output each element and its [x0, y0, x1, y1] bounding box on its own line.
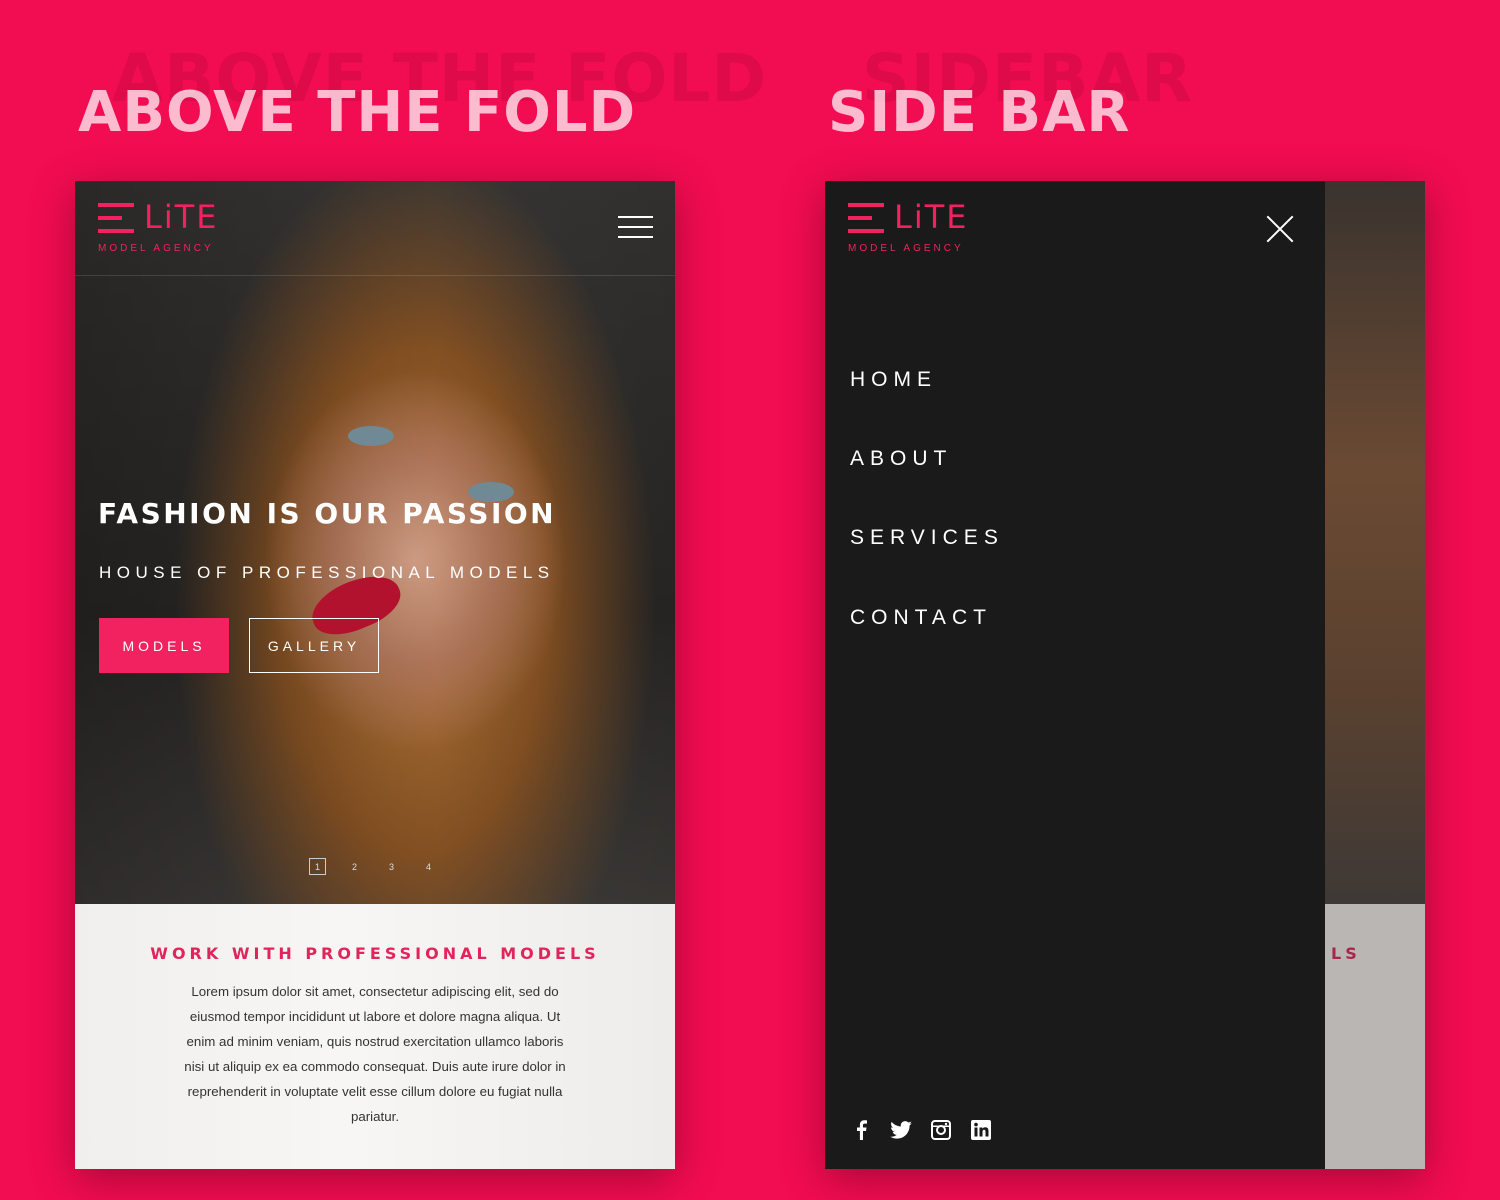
models-button[interactable]: MODELS — [99, 618, 229, 673]
slider-pagination: 1 2 3 4 — [309, 858, 457, 875]
hero-section: LiTE MODEL AGENCY FASHION IS OUR PASSION… — [75, 181, 675, 904]
twitter-icon[interactable] — [890, 1119, 912, 1141]
close-icon[interactable] — [1265, 214, 1295, 244]
work-title: WORK WITH PROFESSIONAL MODELS — [150, 944, 600, 963]
logo-tagline: MODEL AGENCY — [848, 243, 964, 254]
logo-tagline: MODEL AGENCY — [98, 243, 214, 254]
pager-item[interactable]: 3 — [383, 858, 400, 875]
pager-item[interactable]: 2 — [346, 858, 363, 875]
hero-title: FASHION IS OUR PASSION — [98, 497, 557, 530]
logo-mark-icon — [98, 203, 134, 233]
work-section: WORK WITH PROFESSIONAL MODELS Lorem ipsu… — [75, 904, 675, 1169]
logo-mark-icon — [848, 203, 884, 233]
page-behind-drawer: LS — [1325, 181, 1425, 1169]
linkedin-icon[interactable] — [970, 1119, 992, 1141]
header-divider — [75, 275, 675, 276]
nav-item-about[interactable]: ABOUT — [850, 447, 952, 471]
gallery-button[interactable]: GALLERY — [249, 618, 379, 673]
work-peek: LS — [1325, 904, 1425, 1169]
heading-text: SIDE BAR — [828, 80, 1131, 145]
nav-item-contact[interactable]: CONTACT — [850, 606, 992, 630]
mobile-mockup-home: LiTE MODEL AGENCY FASHION IS OUR PASSION… — [75, 181, 675, 1169]
hero-photo-detail — [348, 426, 394, 446]
instagram-icon[interactable] — [930, 1119, 952, 1141]
pager-item[interactable]: 4 — [420, 858, 437, 875]
peek-text: LS — [1331, 944, 1361, 963]
nav-item-home[interactable]: HOME — [850, 368, 937, 392]
heading-text: ABOVE THE FOLD — [78, 80, 637, 145]
facebook-icon[interactable] — [850, 1119, 872, 1141]
nav-item-services[interactable]: SERVICES — [850, 526, 1004, 550]
pager-item[interactable]: 1 — [309, 858, 326, 875]
mobile-mockup-sidebar: LS LiTE MODEL AGENCY HOME ABOUT SERVICES… — [825, 181, 1425, 1169]
logo-word: LiTE — [894, 198, 969, 236]
work-body: Lorem ipsum dolor sit amet, consectetur … — [184, 984, 566, 1124]
logo-word: LiTE — [144, 198, 219, 236]
social-links — [850, 1119, 1010, 1141]
hero-peek — [1325, 181, 1425, 904]
hero-subtitle: HOUSE OF PROFESSIONAL MODELS — [99, 563, 555, 582]
hamburger-menu-icon[interactable] — [618, 216, 653, 238]
sidebar-drawer: LiTE MODEL AGENCY HOME ABOUT SERVICES CO… — [825, 181, 1325, 1169]
